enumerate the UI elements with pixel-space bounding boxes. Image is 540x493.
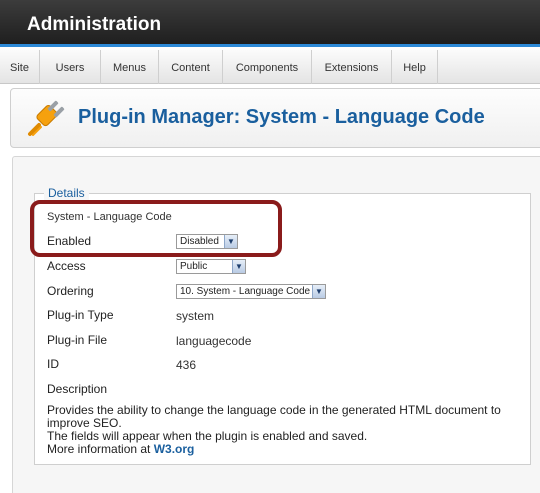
type-label: Plug-in Type	[47, 308, 114, 322]
file-value: languagecode	[176, 334, 252, 348]
access-select-value: Public	[180, 261, 208, 272]
id-value: 436	[176, 358, 197, 372]
description-more-info: More information at	[47, 442, 154, 456]
menu-content[interactable]: Content	[159, 50, 223, 84]
w3-link[interactable]: W3.org	[154, 442, 195, 456]
ordering-select[interactable]: 10. System - Language Code ▼	[176, 284, 326, 299]
admin-title: Administration	[27, 14, 162, 35]
ordering-label: Ordering	[47, 284, 94, 298]
menu-help[interactable]: Help	[392, 50, 438, 84]
file-label: Plug-in File	[47, 333, 108, 347]
menu-components[interactable]: Components	[223, 50, 312, 84]
id-label: ID	[47, 357, 59, 371]
page-title: Plug-in Manager: System - Language Code	[78, 106, 485, 128]
plugin-icon	[28, 100, 65, 136]
admin-header: Administration	[0, 0, 540, 47]
menu-extensions[interactable]: Extensions	[312, 50, 392, 84]
menu-users[interactable]: Users	[40, 50, 101, 84]
toolbar-box: Plug-in Manager: System - Language Code	[10, 88, 540, 148]
chevron-down-icon: ▼	[312, 285, 325, 298]
description-line-3: More information at W3.org	[47, 443, 507, 456]
access-select[interactable]: Public ▼	[176, 259, 246, 274]
access-label: Access	[47, 259, 86, 273]
menu-site[interactable]: Site	[0, 50, 40, 84]
chevron-down-icon: ▼	[232, 260, 245, 273]
menu-menus[interactable]: Menus	[101, 50, 159, 84]
header-accent-strip	[0, 44, 540, 47]
description-text: Provides the ability to change the langu…	[47, 404, 507, 456]
details-legend: Details	[44, 186, 89, 200]
main-menu: Site Users Menus Content Components Exte…	[0, 50, 540, 84]
description-line-1: Provides the ability to change the langu…	[47, 403, 501, 430]
description-label: Description	[47, 382, 108, 396]
highlight-annotation	[30, 200, 282, 257]
ordering-select-value: 10. System - Language Code	[180, 286, 311, 297]
type-value: system	[176, 309, 215, 323]
